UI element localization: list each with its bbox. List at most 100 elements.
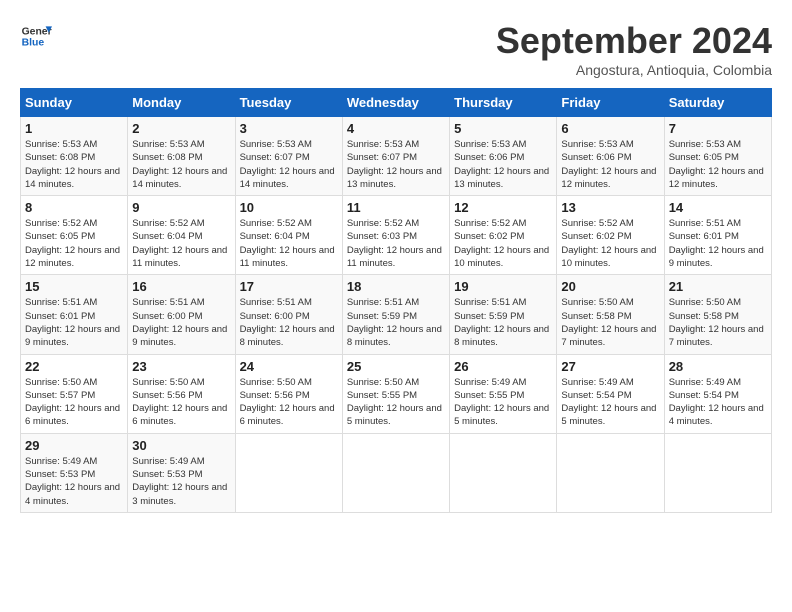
- day-number: 24: [240, 359, 338, 374]
- table-cell: 27 Sunrise: 5:49 AM Sunset: 5:54 PM Dayl…: [557, 354, 664, 433]
- table-cell: 1 Sunrise: 5:53 AM Sunset: 6:08 PM Dayli…: [21, 117, 128, 196]
- day-info: Sunrise: 5:53 AM Sunset: 6:06 PM Dayligh…: [454, 138, 552, 191]
- day-number: 20: [561, 279, 659, 294]
- table-cell: 19 Sunrise: 5:51 AM Sunset: 5:59 PM Dayl…: [450, 275, 557, 354]
- day-info: Sunrise: 5:49 AM Sunset: 5:55 PM Dayligh…: [454, 376, 552, 429]
- day-info: Sunrise: 5:53 AM Sunset: 6:08 PM Dayligh…: [132, 138, 230, 191]
- day-number: 13: [561, 200, 659, 215]
- day-number: 15: [25, 279, 123, 294]
- logo-icon: General Blue: [20, 20, 52, 52]
- calendar-row: 8 Sunrise: 5:52 AM Sunset: 6:05 PM Dayli…: [21, 196, 772, 275]
- col-sunday: Sunday: [21, 89, 128, 117]
- table-cell: 30 Sunrise: 5:49 AM Sunset: 5:53 PM Dayl…: [128, 433, 235, 512]
- col-wednesday: Wednesday: [342, 89, 449, 117]
- day-number: 2: [132, 121, 230, 136]
- col-tuesday: Tuesday: [235, 89, 342, 117]
- table-cell: 26 Sunrise: 5:49 AM Sunset: 5:55 PM Dayl…: [450, 354, 557, 433]
- day-info: Sunrise: 5:52 AM Sunset: 6:02 PM Dayligh…: [454, 217, 552, 270]
- day-info: Sunrise: 5:52 AM Sunset: 6:04 PM Dayligh…: [132, 217, 230, 270]
- day-number: 8: [25, 200, 123, 215]
- table-cell: 12 Sunrise: 5:52 AM Sunset: 6:02 PM Dayl…: [450, 196, 557, 275]
- col-friday: Friday: [557, 89, 664, 117]
- table-cell: 2 Sunrise: 5:53 AM Sunset: 6:08 PM Dayli…: [128, 117, 235, 196]
- table-cell: 18 Sunrise: 5:51 AM Sunset: 5:59 PM Dayl…: [342, 275, 449, 354]
- table-cell: 16 Sunrise: 5:51 AM Sunset: 6:00 PM Dayl…: [128, 275, 235, 354]
- day-number: 14: [669, 200, 767, 215]
- table-cell: 23 Sunrise: 5:50 AM Sunset: 5:56 PM Dayl…: [128, 354, 235, 433]
- day-info: Sunrise: 5:51 AM Sunset: 6:01 PM Dayligh…: [669, 217, 767, 270]
- day-info: Sunrise: 5:50 AM Sunset: 5:58 PM Dayligh…: [669, 296, 767, 349]
- day-number: 3: [240, 121, 338, 136]
- table-cell: 28 Sunrise: 5:49 AM Sunset: 5:54 PM Dayl…: [664, 354, 771, 433]
- table-cell: 5 Sunrise: 5:53 AM Sunset: 6:06 PM Dayli…: [450, 117, 557, 196]
- day-number: 10: [240, 200, 338, 215]
- day-info: Sunrise: 5:49 AM Sunset: 5:53 PM Dayligh…: [25, 455, 123, 508]
- day-info: Sunrise: 5:52 AM Sunset: 6:05 PM Dayligh…: [25, 217, 123, 270]
- table-cell: 15 Sunrise: 5:51 AM Sunset: 6:01 PM Dayl…: [21, 275, 128, 354]
- day-number: 4: [347, 121, 445, 136]
- col-monday: Monday: [128, 89, 235, 117]
- day-number: 18: [347, 279, 445, 294]
- table-cell: [342, 433, 449, 512]
- day-info: Sunrise: 5:50 AM Sunset: 5:58 PM Dayligh…: [561, 296, 659, 349]
- table-cell: 21 Sunrise: 5:50 AM Sunset: 5:58 PM Dayl…: [664, 275, 771, 354]
- day-info: Sunrise: 5:51 AM Sunset: 5:59 PM Dayligh…: [347, 296, 445, 349]
- day-info: Sunrise: 5:49 AM Sunset: 5:53 PM Dayligh…: [132, 455, 230, 508]
- title-area: September 2024 Angostura, Antioquia, Col…: [496, 20, 772, 78]
- table-cell: [557, 433, 664, 512]
- calendar-row: 1 Sunrise: 5:53 AM Sunset: 6:08 PM Dayli…: [21, 117, 772, 196]
- day-number: 28: [669, 359, 767, 374]
- day-number: 26: [454, 359, 552, 374]
- day-number: 6: [561, 121, 659, 136]
- table-cell: 7 Sunrise: 5:53 AM Sunset: 6:05 PM Dayli…: [664, 117, 771, 196]
- col-saturday: Saturday: [664, 89, 771, 117]
- day-info: Sunrise: 5:52 AM Sunset: 6:02 PM Dayligh…: [561, 217, 659, 270]
- day-number: 21: [669, 279, 767, 294]
- table-cell: [664, 433, 771, 512]
- day-info: Sunrise: 5:51 AM Sunset: 5:59 PM Dayligh…: [454, 296, 552, 349]
- table-cell: 10 Sunrise: 5:52 AM Sunset: 6:04 PM Dayl…: [235, 196, 342, 275]
- day-info: Sunrise: 5:50 AM Sunset: 5:56 PM Dayligh…: [132, 376, 230, 429]
- logo: General Blue: [20, 20, 52, 52]
- day-number: 7: [669, 121, 767, 136]
- table-cell: 24 Sunrise: 5:50 AM Sunset: 5:56 PM Dayl…: [235, 354, 342, 433]
- day-number: 11: [347, 200, 445, 215]
- table-cell: 6 Sunrise: 5:53 AM Sunset: 6:06 PM Dayli…: [557, 117, 664, 196]
- day-number: 30: [132, 438, 230, 453]
- table-cell: 17 Sunrise: 5:51 AM Sunset: 6:00 PM Dayl…: [235, 275, 342, 354]
- table-cell: 20 Sunrise: 5:50 AM Sunset: 5:58 PM Dayl…: [557, 275, 664, 354]
- day-info: Sunrise: 5:49 AM Sunset: 5:54 PM Dayligh…: [561, 376, 659, 429]
- table-cell: 13 Sunrise: 5:52 AM Sunset: 6:02 PM Dayl…: [557, 196, 664, 275]
- table-cell: 29 Sunrise: 5:49 AM Sunset: 5:53 PM Dayl…: [21, 433, 128, 512]
- table-cell: 22 Sunrise: 5:50 AM Sunset: 5:57 PM Dayl…: [21, 354, 128, 433]
- table-cell: [450, 433, 557, 512]
- day-info: Sunrise: 5:53 AM Sunset: 6:05 PM Dayligh…: [669, 138, 767, 191]
- month-title: September 2024: [496, 20, 772, 62]
- calendar-header-row: Sunday Monday Tuesday Wednesday Thursday…: [21, 89, 772, 117]
- calendar-row: 29 Sunrise: 5:49 AM Sunset: 5:53 PM Dayl…: [21, 433, 772, 512]
- table-cell: 25 Sunrise: 5:50 AM Sunset: 5:55 PM Dayl…: [342, 354, 449, 433]
- day-info: Sunrise: 5:53 AM Sunset: 6:07 PM Dayligh…: [240, 138, 338, 191]
- day-info: Sunrise: 5:51 AM Sunset: 6:00 PM Dayligh…: [240, 296, 338, 349]
- day-number: 27: [561, 359, 659, 374]
- table-cell: 4 Sunrise: 5:53 AM Sunset: 6:07 PM Dayli…: [342, 117, 449, 196]
- day-info: Sunrise: 5:53 AM Sunset: 6:06 PM Dayligh…: [561, 138, 659, 191]
- day-number: 9: [132, 200, 230, 215]
- day-info: Sunrise: 5:53 AM Sunset: 6:07 PM Dayligh…: [347, 138, 445, 191]
- day-info: Sunrise: 5:50 AM Sunset: 5:57 PM Dayligh…: [25, 376, 123, 429]
- table-cell: [235, 433, 342, 512]
- location-title: Angostura, Antioquia, Colombia: [496, 62, 772, 78]
- day-number: 29: [25, 438, 123, 453]
- calendar-row: 15 Sunrise: 5:51 AM Sunset: 6:01 PM Dayl…: [21, 275, 772, 354]
- day-number: 17: [240, 279, 338, 294]
- calendar-table: Sunday Monday Tuesday Wednesday Thursday…: [20, 88, 772, 513]
- header: General Blue September 2024 Angostura, A…: [20, 20, 772, 78]
- calendar-row: 22 Sunrise: 5:50 AM Sunset: 5:57 PM Dayl…: [21, 354, 772, 433]
- day-number: 19: [454, 279, 552, 294]
- day-info: Sunrise: 5:51 AM Sunset: 6:00 PM Dayligh…: [132, 296, 230, 349]
- day-info: Sunrise: 5:51 AM Sunset: 6:01 PM Dayligh…: [25, 296, 123, 349]
- day-number: 25: [347, 359, 445, 374]
- day-info: Sunrise: 5:50 AM Sunset: 5:55 PM Dayligh…: [347, 376, 445, 429]
- svg-text:Blue: Blue: [22, 38, 45, 49]
- table-cell: 11 Sunrise: 5:52 AM Sunset: 6:03 PM Dayl…: [342, 196, 449, 275]
